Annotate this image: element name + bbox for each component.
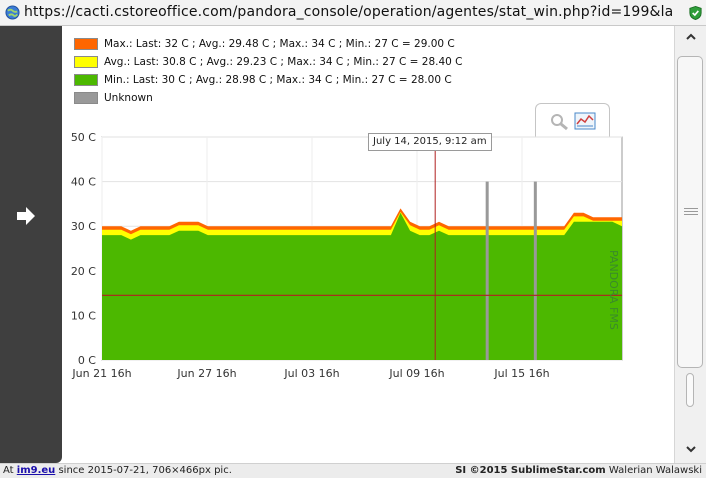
security-shield-icon[interactable] xyxy=(688,5,703,21)
chart-tooltip: July 14, 2015, 9:12 am xyxy=(368,133,492,151)
y-tick-label: 50 C xyxy=(71,131,96,144)
y-tick-label: 20 C xyxy=(71,265,96,278)
footer-suffix: since 2015-07-21, 706×466px pic. xyxy=(55,465,232,476)
temperature-chart[interactable]: 50 C 40 C 30 C 20 C 10 C 0 CJun 21 16h Jun 27 … xyxy=(62,128,674,388)
y-tick-label: 40 C xyxy=(71,176,96,189)
footer-site-link[interactable]: im9.eu xyxy=(17,465,56,476)
arrow-right-icon[interactable] xyxy=(15,206,37,226)
scroll-down-icon[interactable] xyxy=(685,443,697,455)
scrollbar-thumb[interactable] xyxy=(677,56,703,368)
x-tick-label: Jul 09 16h xyxy=(388,367,444,380)
address-bar[interactable]: https://cacti.cstoreoffice.com/pandora_c… xyxy=(0,0,706,26)
legend-swatch-unknown xyxy=(74,92,98,104)
thumb-grip-line xyxy=(684,214,698,215)
legend-label-unknown: Unknown xyxy=(104,92,153,104)
unknown-spike xyxy=(533,181,537,360)
legend-swatch-avg xyxy=(74,56,98,68)
x-tick-label: Jul 15 16h xyxy=(493,367,549,380)
legend-label-avg: Avg.: Last: 30.8 C ; Avg.: 29.23 C ; Max… xyxy=(104,56,463,68)
legend-label-max: Max.: Last: 32 C ; Avg.: 29.48 C ; Max.:… xyxy=(104,38,455,50)
legend-label-min: Min.: Last: 30 C ; Avg.: 28.98 C ; Max.:… xyxy=(104,74,452,86)
scrollbar-secondary-thumb[interactable] xyxy=(686,373,694,407)
footer-prefix: At xyxy=(3,465,17,476)
unknown-spike xyxy=(485,181,489,360)
footer-author: Walerian Walawski xyxy=(605,465,702,476)
footer-left: At im9.eu since 2015-07-21, 706×466px pi… xyxy=(3,465,232,476)
footer-copyright: SI ©2015 SublimeStar.com xyxy=(455,465,606,476)
thumb-grip-line xyxy=(684,211,698,212)
x-tick-label: Jun 27 16h xyxy=(176,367,236,380)
watermark-text: PANDORA FMS xyxy=(607,250,620,330)
footer-bar: At im9.eu since 2015-07-21, 706×466px pi… xyxy=(0,463,706,478)
x-tick-label: Jun 21 16h xyxy=(71,367,131,380)
legend-swatch-min xyxy=(74,74,98,86)
x-tick-label: Jul 03 16h xyxy=(283,367,339,380)
globe-icon xyxy=(5,5,20,20)
footer-right: SI ©2015 SublimeStar.com Walerian Walaws… xyxy=(455,465,702,476)
y-tick-label: 0 C xyxy=(78,354,96,367)
side-panel xyxy=(0,26,62,463)
vertical-scrollbar[interactable] xyxy=(674,26,706,463)
y-tick-label: 10 C xyxy=(71,309,96,322)
legend-swatch-max xyxy=(74,38,98,50)
thumb-grip-line xyxy=(684,208,698,209)
y-tick-label: 30 C xyxy=(71,220,96,233)
url-text[interactable]: https://cacti.cstoreoffice.com/pandora_c… xyxy=(24,4,674,20)
scroll-up-icon[interactable] xyxy=(685,31,697,43)
